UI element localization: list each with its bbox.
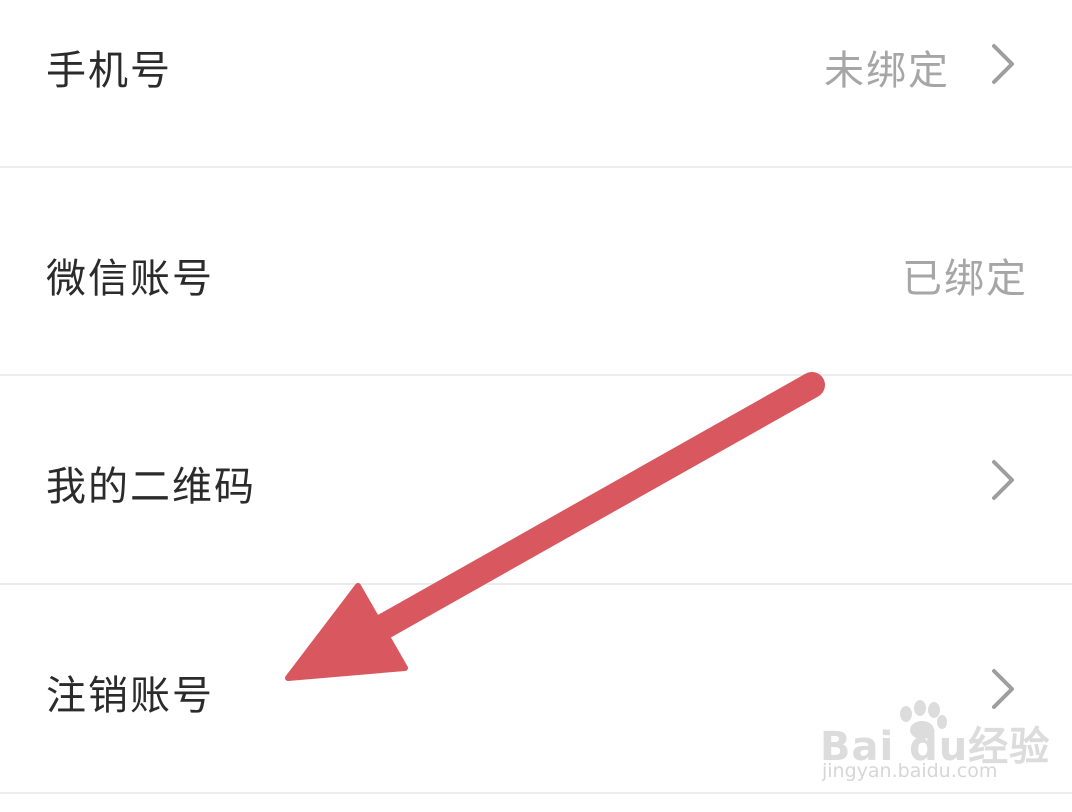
account-settings-list: 手机号 未绑定 微信账号 已绑定 我的二维码 注销账号 [0,0,1072,812]
phone-number-status: 未绑定 [824,48,950,94]
phone-number-label: 手机号 [46,48,172,94]
wechat-account-label: 微信账号 [46,256,214,302]
baidu-jingyan-watermark: Bai du经验 jingyan.baidu.com [820,700,1050,795]
my-qr-code-row[interactable]: 我的二维码 [0,376,1072,584]
watermark-url: jingyan.baidu.com [822,760,998,782]
chevron-right-icon [992,44,1014,84]
my-qr-code-label: 我的二维码 [46,464,256,510]
wechat-account-row[interactable]: 微信账号 已绑定 [0,168,1072,376]
chevron-right-icon [992,460,1014,500]
deactivate-account-label: 注销账号 [46,673,214,719]
wechat-account-status: 已绑定 [902,256,1028,302]
